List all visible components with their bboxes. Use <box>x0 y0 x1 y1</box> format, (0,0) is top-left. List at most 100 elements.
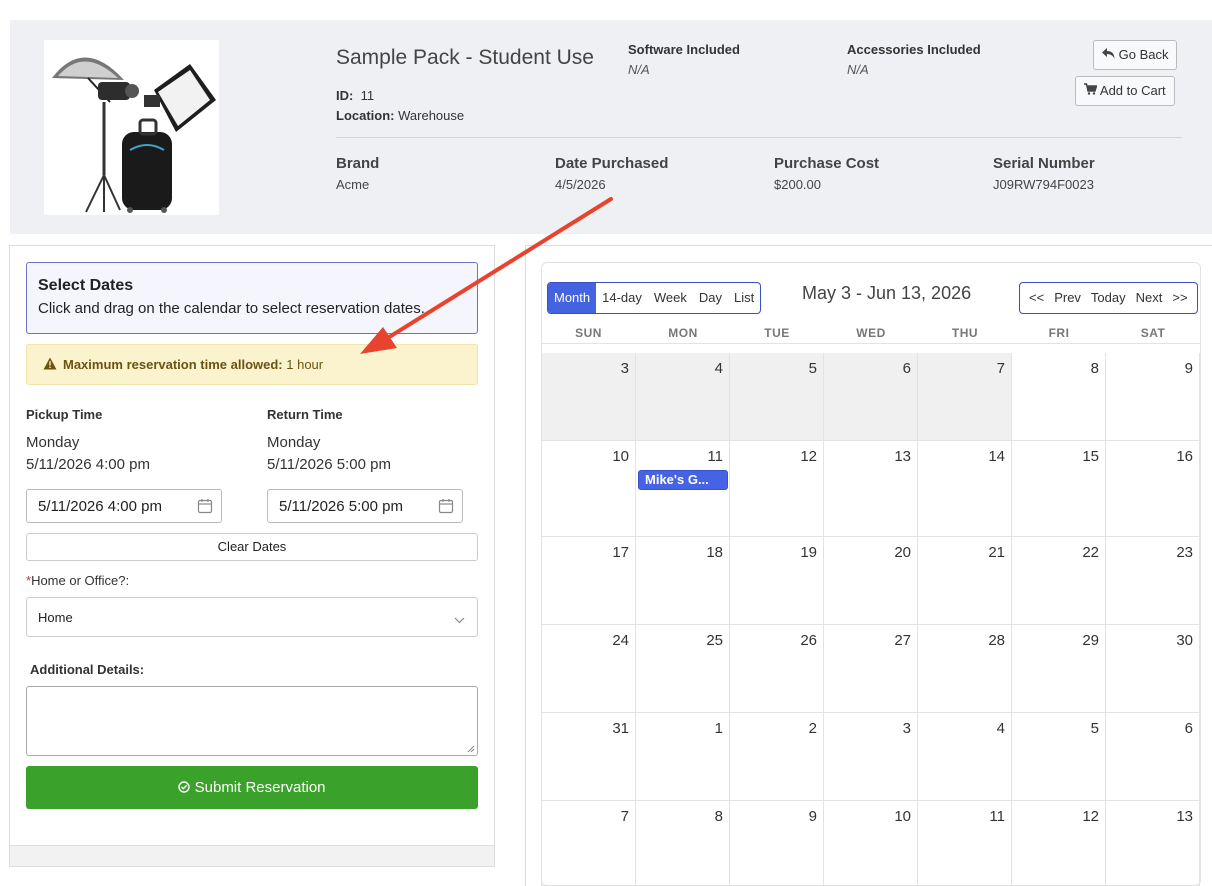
calendar-day-cell[interactable]: 31 <box>541 713 636 801</box>
day-number: 27 <box>894 632 911 649</box>
calendar-day-cell[interactable]: 16 <box>1106 441 1200 537</box>
day-number: 18 <box>706 544 723 561</box>
go-back-button[interactable]: Go Back <box>1093 40 1178 70</box>
calendar-day-cell[interactable]: 24 <box>541 625 636 713</box>
select-dates-title: Select Dates <box>38 277 134 294</box>
calendar-day-cell[interactable]: 9 <box>1106 353 1200 441</box>
home-office-select[interactable]: Home <box>26 597 478 637</box>
calendar-day-cell[interactable]: 22 <box>1012 537 1106 625</box>
calendar-day-cell[interactable]: 13 <box>1106 801 1200 886</box>
day-number: 23 <box>1176 544 1193 561</box>
calendar-day-cell[interactable]: 18 <box>636 537 730 625</box>
home-office-label-text: Home or Office?: <box>31 573 130 588</box>
calendar-day-cell[interactable]: 8 <box>636 801 730 886</box>
return-date-input[interactable]: 5/11/2026 5:00 pm <box>267 489 463 523</box>
day-number: 10 <box>894 808 911 825</box>
view-14day-button[interactable]: 14-day <box>596 283 648 313</box>
prev-year-button[interactable]: << <box>1024 283 1049 313</box>
calendar-day-cell[interactable]: 20 <box>824 537 918 625</box>
today-button[interactable]: Today <box>1086 283 1131 313</box>
weekday-label: THU <box>951 326 979 340</box>
additional-details-textarea[interactable] <box>26 686 478 756</box>
calendar-day-cell[interactable]: 25 <box>636 625 730 713</box>
calendar-day-cell[interactable]: 9 <box>730 801 824 886</box>
calendar-view-switcher: Month 14-day Week Day List <box>547 282 762 314</box>
prev-button[interactable]: Prev <box>1049 283 1086 313</box>
day-number: 31 <box>612 720 629 737</box>
return-time-label: Return Time <box>267 407 343 422</box>
calendar-day-cell[interactable]: 27 <box>824 625 918 713</box>
calendar-day-cell[interactable]: 5 <box>1012 713 1106 801</box>
day-number: 20 <box>894 544 911 561</box>
day-number: 6 <box>1184 720 1193 737</box>
next-year-button[interactable]: >> <box>1167 283 1192 313</box>
submit-reservation-label: Submit Reservation <box>194 779 326 796</box>
calendar-day-cell[interactable]: 8 <box>1012 353 1106 441</box>
calendar-day-cell[interactable]: 6 <box>1106 713 1200 801</box>
calendar-day-cell[interactable]: 17 <box>541 537 636 625</box>
calendar-day-cell[interactable]: 10 <box>824 801 918 886</box>
calendar-day-cell[interactable]: 7 <box>918 353 1012 441</box>
day-number: 2 <box>808 720 817 737</box>
calendar-icon[interactable] <box>438 498 454 518</box>
calendar-day-cell[interactable]: 3 <box>824 713 918 801</box>
view-week-button[interactable]: Week <box>648 283 693 313</box>
day-number: 13 <box>1176 808 1193 825</box>
calendar-day-cell[interactable]: 2 <box>730 713 824 801</box>
calendar-day-cell[interactable]: 3 <box>541 353 636 441</box>
panel-divider <box>525 245 526 886</box>
calendar-day-cell[interactable]: 29 <box>1012 625 1106 713</box>
pickup-day: Monday <box>26 434 80 451</box>
calendar-day-cell[interactable]: 21 <box>918 537 1012 625</box>
calendar-day-cell[interactable]: 14 <box>918 441 1012 537</box>
day-number: 4 <box>714 360 723 377</box>
weekday-label: TUE <box>764 326 790 340</box>
calendar-icon[interactable] <box>197 498 213 518</box>
calendar-day-cell[interactable]: 12 <box>730 441 824 537</box>
calendar-day-cell[interactable]: 10 <box>541 441 636 537</box>
calendar-day-cell[interactable]: 4 <box>636 353 730 441</box>
day-number: 30 <box>1176 632 1193 649</box>
form-panel-footer <box>9 845 495 867</box>
calendar-day-cell[interactable]: 30 <box>1106 625 1200 713</box>
day-number: 11 <box>707 448 723 465</box>
calendar-day-cell[interactable]: 13 <box>824 441 918 537</box>
clear-dates-button[interactable]: Clear Dates <box>26 533 478 561</box>
calendar-day-cell[interactable]: 4 <box>918 713 1012 801</box>
item-location-value: Warehouse <box>398 108 465 123</box>
add-to-cart-button[interactable]: Add to Cart <box>1075 76 1175 106</box>
calendar-event[interactable]: Mike's G... <box>638 470 728 490</box>
calendar-day-cell[interactable]: 23 <box>1106 537 1200 625</box>
item-title: Sample Pack - Student Use <box>336 46 594 69</box>
day-number: 1 <box>714 720 723 737</box>
calendar-day-cell[interactable]: 6 <box>824 353 918 441</box>
submit-reservation-button[interactable]: Submit Reservation <box>26 766 478 809</box>
reply-icon <box>1102 47 1119 62</box>
calendar-day-cell[interactable]: 5 <box>730 353 824 441</box>
day-number: 17 <box>612 544 629 561</box>
calendar-day-cell[interactable]: 12 <box>1012 801 1106 886</box>
brand-label: Brand <box>336 155 380 172</box>
calendar-day-cell[interactable]: 11 <box>918 801 1012 886</box>
day-number: 8 <box>1090 360 1099 377</box>
header-divider <box>336 137 1182 138</box>
view-day-button[interactable]: Day <box>693 283 728 313</box>
calendar-day-cell[interactable]: 1 <box>636 713 730 801</box>
day-number: 7 <box>996 360 1005 377</box>
day-number: 8 <box>714 808 723 825</box>
calendar-day-cell[interactable]: 19 <box>730 537 824 625</box>
day-number: 5 <box>808 360 817 377</box>
calendar-day-cell[interactable]: 28 <box>918 625 1012 713</box>
calendar-day-cell[interactable]: 7 <box>541 801 636 886</box>
calendar-day-cell[interactable]: 26 <box>730 625 824 713</box>
pickup-datetime: 5/11/2026 4:00 pm <box>26 456 150 473</box>
next-button[interactable]: Next <box>1131 283 1168 313</box>
software-label: Software Included <box>628 42 740 57</box>
resize-handle-icon[interactable] <box>467 745 475 753</box>
view-list-button[interactable]: List <box>728 283 760 313</box>
serial-number-value: J09RW794F0023 <box>993 177 1094 192</box>
calendar-day-cell[interactable]: 15 <box>1012 441 1106 537</box>
additional-details-label: Additional Details: <box>30 662 145 677</box>
view-month-button[interactable]: Month <box>548 283 597 313</box>
pickup-date-input[interactable]: 5/11/2026 4:00 pm <box>26 489 222 523</box>
